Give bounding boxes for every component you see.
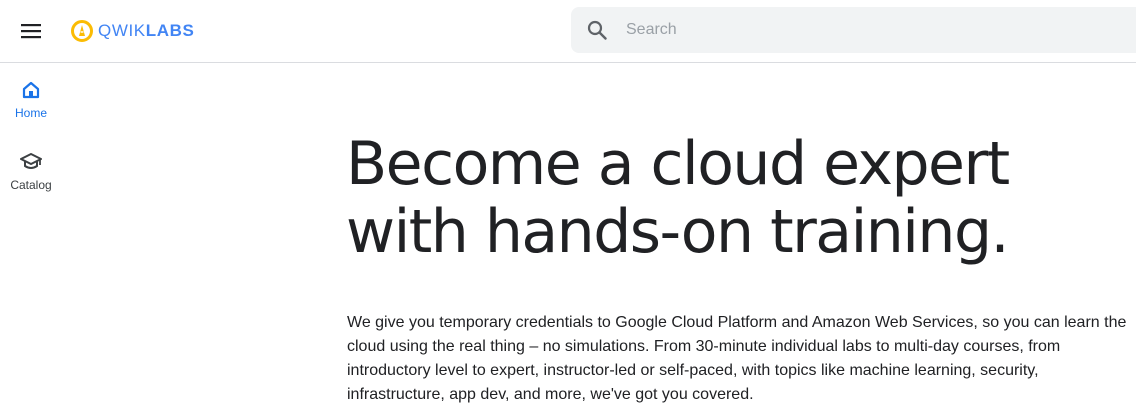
top-app-bar: QWIKLABS: [0, 0, 1136, 63]
sidebar-item-label: Home: [14, 106, 47, 120]
qwiklabs-logo-icon: [71, 20, 93, 42]
logo-wordmark: QWIKLABS: [98, 21, 194, 41]
logo-text-bold: LABS: [145, 21, 195, 40]
hamburger-menu-icon: [21, 24, 41, 39]
sidebar-item-label: Catalog: [10, 178, 52, 192]
home-icon: [20, 79, 42, 101]
search-bar[interactable]: [571, 7, 1136, 53]
sidebar-item-catalog[interactable]: Catalog: [0, 151, 62, 207]
hero-description: We give you temporary credentials to Goo…: [347, 314, 1127, 403]
logo-text-light: QWIK: [98, 21, 146, 40]
main-menu-button[interactable]: [18, 19, 44, 43]
hero-title: Become a cloud expert with hands-on trai…: [346, 129, 1010, 267]
sidebar-item-home[interactable]: Home: [0, 79, 62, 135]
search-icon[interactable]: [586, 19, 608, 41]
graduation-cap-icon: [20, 151, 42, 173]
search-input[interactable]: [624, 20, 1108, 40]
qwiklabs-logo[interactable]: QWIKLABS: [70, 17, 194, 45]
